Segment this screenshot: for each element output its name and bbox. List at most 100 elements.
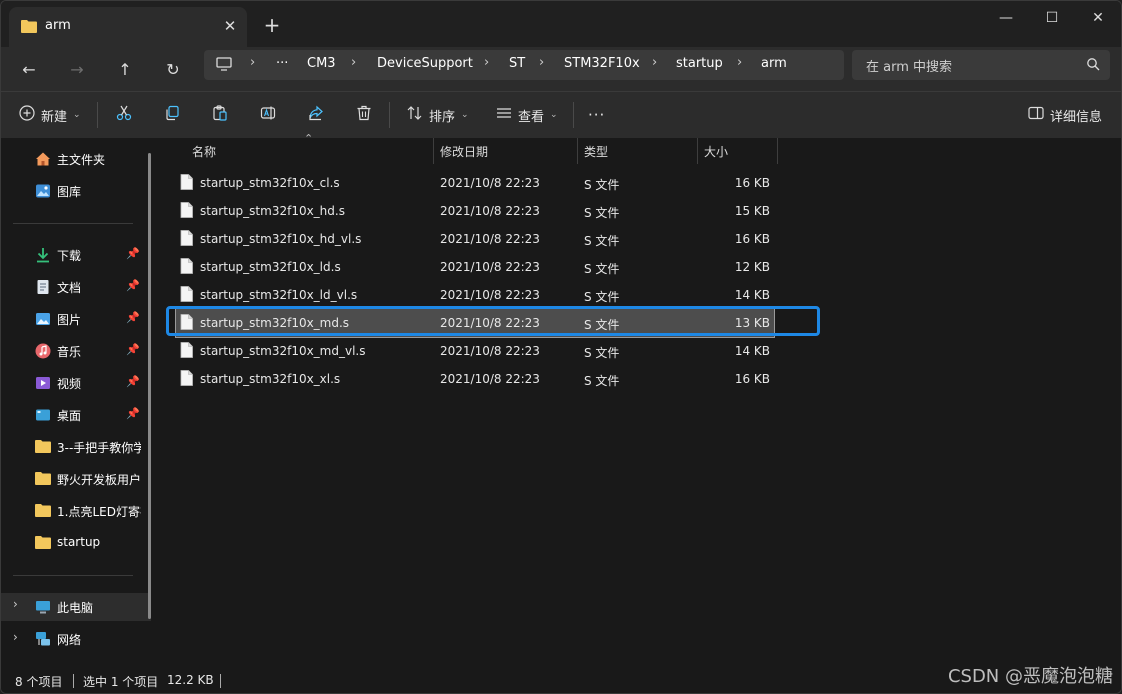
breadcrumb-cm3[interactable]: CM3 <box>307 56 336 71</box>
sidebar-item-videos[interactable]: 视频 📌 <box>1 370 151 396</box>
breadcrumb-st[interactable]: ST <box>509 56 525 71</box>
file-type: S 文件 <box>584 178 620 192</box>
rename-button[interactable] <box>260 100 276 130</box>
tab-close-button[interactable]: ✕ <box>219 15 241 37</box>
sort-label: 排序 <box>429 109 456 125</box>
breadcrumb-separator: › <box>484 55 490 70</box>
file-date: 2021/10/8 22:23 <box>440 344 540 358</box>
folder-icon <box>35 471 51 487</box>
details-pane-icon <box>1028 105 1044 125</box>
column-header-size[interactable]: 大小 <box>698 138 776 164</box>
tab-title: arm <box>45 18 71 33</box>
see-more-button[interactable]: ··· <box>588 100 605 130</box>
file-row[interactable]: startup_stm32f10x_md_vl.s 2021/10/8 22:2… <box>176 337 774 365</box>
toolbar-divider <box>573 102 574 128</box>
sidebar-item-pictures[interactable]: 图片 📌 <box>1 306 151 332</box>
file-type: S 文件 <box>584 346 620 360</box>
sidebar-item-home[interactable]: 主文件夹 <box>1 146 151 172</box>
sidebar-item-music[interactable]: 音乐 📌 <box>1 338 151 364</box>
maximize-button[interactable]: ☐ <box>1029 3 1075 33</box>
column-divider[interactable] <box>777 138 778 164</box>
sidebar-item-documents[interactable]: 文档 📌 <box>1 274 151 300</box>
cut-button[interactable] <box>116 100 132 130</box>
sidebar-item-network[interactable]: › 网络 <box>1 626 151 652</box>
sidebar-item-this-pc[interactable]: › 此电脑 <box>1 593 151 621</box>
file-size: 15 KB <box>734 204 770 218</box>
file-size: 16 KB <box>734 232 770 246</box>
file-name: startup_stm32f10x_hd.s <box>200 204 345 218</box>
forward-button[interactable]: → <box>62 55 92 85</box>
breadcrumb-separator: › <box>250 55 256 70</box>
sidebar-item-startup[interactable]: startup <box>1 530 151 556</box>
file-name: startup_stm32f10x_ld.s <box>200 260 341 274</box>
sidebar-item-folder[interactable]: 3--手把手教你学 <box>1 434 151 460</box>
minimize-button[interactable]: — <box>983 3 1029 33</box>
file-size: 12 KB <box>734 260 770 274</box>
file-row[interactable]: startup_stm32f10x_ld_vl.s 2021/10/8 22:2… <box>176 281 774 309</box>
status-divider <box>220 674 221 688</box>
breadcrumb-stm32f10x[interactable]: STM32F10x <box>564 56 640 71</box>
column-header-date[interactable]: 修改日期 <box>434 138 576 164</box>
pin-icon: 📌 <box>126 247 140 260</box>
delete-button[interactable] <box>356 100 372 130</box>
chevron-down-icon: ⌄ <box>73 110 81 120</box>
sidebar-item-downloads[interactable]: 下载 📌 <box>1 242 151 268</box>
breadcrumb-devicesupport[interactable]: DeviceSupport <box>377 56 473 71</box>
column-header-type[interactable]: 类型 <box>578 138 696 164</box>
close-window-button[interactable]: ✕ <box>1075 3 1121 33</box>
breadcrumb-separator: › <box>539 55 545 70</box>
file-date: 2021/10/8 22:23 <box>440 260 540 274</box>
file-row[interactable]: startup_stm32f10x_cl.s 2021/10/8 22:23 S… <box>176 169 774 197</box>
back-button[interactable]: ← <box>14 55 44 85</box>
file-icon <box>180 370 193 389</box>
sidebar-item-folder[interactable]: 野火开发板用户 <box>1 466 151 492</box>
file-type: S 文件 <box>584 234 620 248</box>
sort-button[interactable]: 排序 ⌄ <box>407 100 469 130</box>
sidebar-item-desktop[interactable]: 桌面 📌 <box>1 402 151 428</box>
view-label: 查看 <box>518 109 545 125</box>
breadcrumb-startup[interactable]: startup <box>676 56 723 71</box>
column-header-name[interactable]: 名称 <box>186 138 432 164</box>
view-list-icon <box>496 105 512 125</box>
new-button[interactable]: 新建 ⌄ <box>19 100 81 130</box>
refresh-button[interactable]: ↻ <box>158 55 188 85</box>
breadcrumb-more[interactable]: ··· <box>276 56 288 71</box>
folder-icon <box>21 18 37 37</box>
sidebar-scrollbar[interactable] <box>148 153 151 619</box>
search-box[interactable]: 在 arm 中搜索 <box>852 50 1110 80</box>
watermark: CSDN @恶魔泡泡糖 <box>947 666 1113 687</box>
paste-button[interactable] <box>212 100 228 130</box>
tab-arm[interactable]: arm ✕ <box>9 7 247 47</box>
address-bar[interactable]: › ··· CM3 › DeviceSupport › ST › STM32F1… <box>204 50 844 80</box>
file-icon <box>180 174 193 193</box>
file-row-selected[interactable]: startup_stm32f10x_md.s 2021/10/8 22:23 S… <box>175 308 775 338</box>
view-button[interactable]: 查看 ⌄ <box>496 100 558 130</box>
video-icon <box>35 375 51 391</box>
breadcrumb-separator: › <box>652 55 658 70</box>
picture-icon <box>35 311 51 327</box>
file-name: startup_stm32f10x_cl.s <box>200 176 340 190</box>
sidebar-item-label: 3--手把手教你学 <box>57 441 141 455</box>
search-icon <box>1086 56 1100 75</box>
chevron-right-icon[interactable]: › <box>13 597 18 611</box>
breadcrumb-arm[interactable]: arm <box>761 56 787 71</box>
share-icon <box>308 105 324 125</box>
search-input[interactable]: 在 arm 中搜索 <box>866 56 952 75</box>
up-button[interactable]: ↑ <box>110 55 140 85</box>
sidebar-item-gallery[interactable]: 图库 <box>1 178 151 204</box>
file-icon <box>180 230 193 249</box>
file-row[interactable]: startup_stm32f10x_hd.s 2021/10/8 22:23 S… <box>176 197 774 225</box>
file-name: startup_stm32f10x_hd_vl.s <box>200 232 362 246</box>
folder-icon <box>35 535 51 551</box>
chevron-right-icon[interactable]: › <box>13 630 18 644</box>
file-row[interactable]: startup_stm32f10x_hd_vl.s 2021/10/8 22:2… <box>176 225 774 253</box>
share-button[interactable] <box>308 100 324 130</box>
file-row[interactable]: startup_stm32f10x_xl.s 2021/10/8 22:23 S… <box>176 365 774 393</box>
item-count: 8 个项目 <box>15 675 63 689</box>
new-tab-button[interactable]: + <box>259 13 285 39</box>
sidebar-item-folder[interactable]: 1.点亮LED灯寄存 <box>1 498 151 524</box>
file-row[interactable]: startup_stm32f10x_ld.s 2021/10/8 22:23 S… <box>176 253 774 281</box>
sidebar-item-label: 网络 <box>57 633 82 647</box>
copy-button[interactable] <box>164 100 180 130</box>
details-pane-button[interactable]: 详细信息 <box>1028 100 1102 130</box>
